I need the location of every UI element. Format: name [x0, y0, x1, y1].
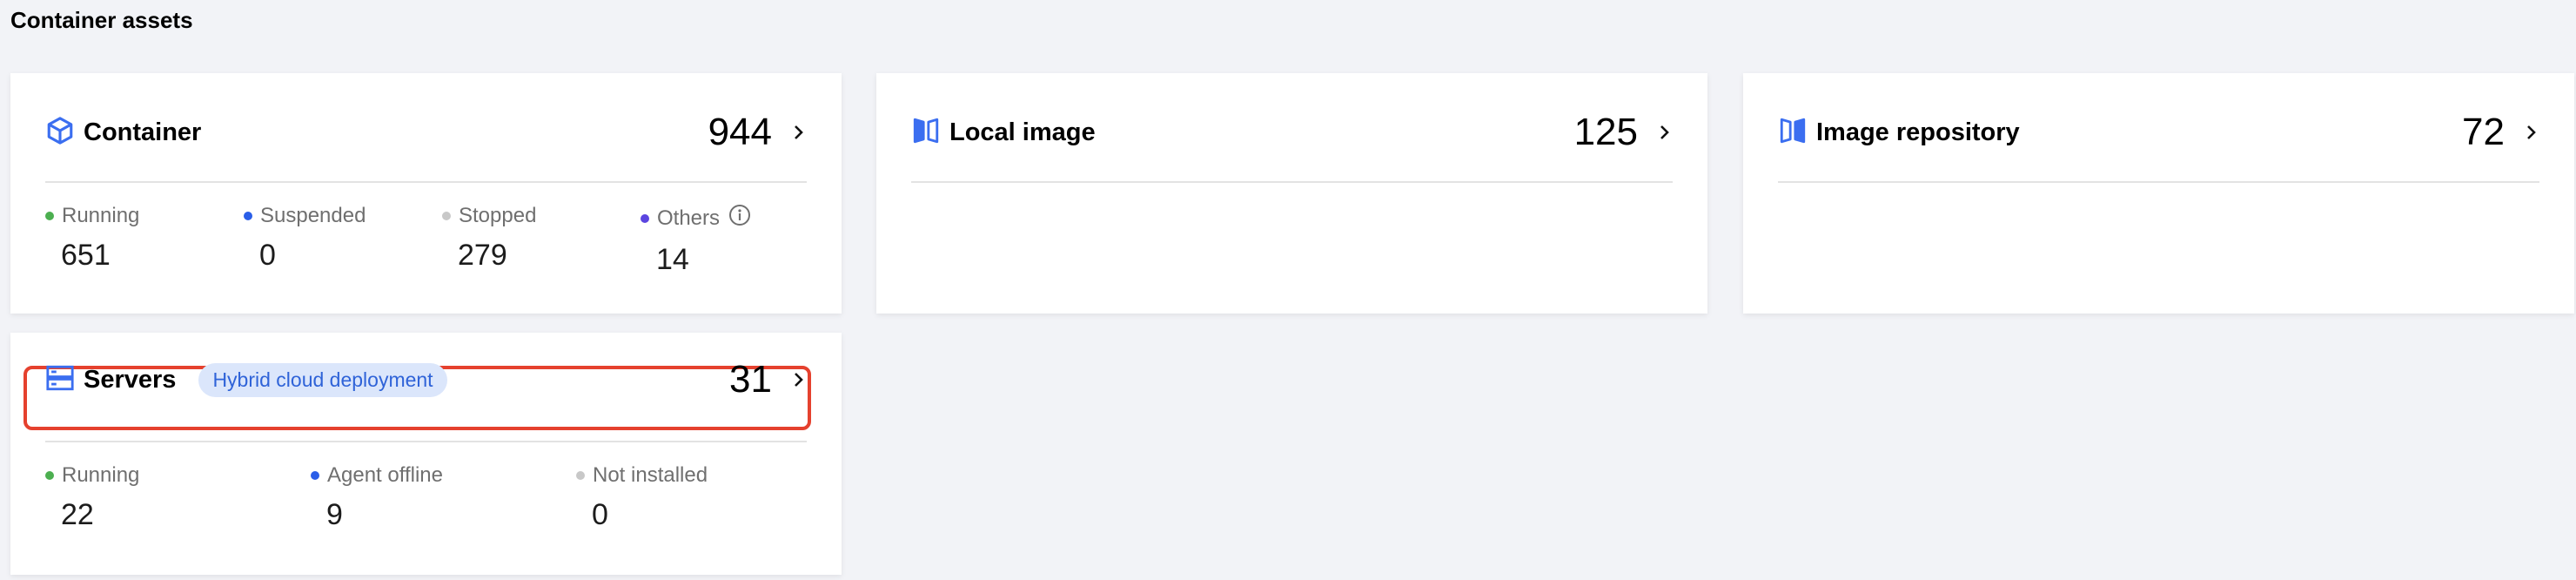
local-image-title: Local image: [949, 118, 1096, 146]
server-icon: [45, 363, 75, 397]
chevron-right-icon[interactable]: [1657, 125, 1673, 140]
container-card[interactable]: Container 944 Running 651 Suspended 0 St…: [10, 73, 842, 314]
image-repository-title: Image repository: [1816, 118, 2020, 146]
divider: [45, 441, 807, 442]
divider: [1778, 181, 2539, 183]
servers-card[interactable]: Servers Hybrid cloud deployment 31 Runni…: [10, 333, 842, 575]
stat-stopped: Stopped 279: [442, 204, 641, 277]
stat-agent-offline: Agent offline 9: [311, 463, 576, 532]
status-dot: [641, 213, 649, 223]
container-title: Container: [84, 118, 202, 146]
image-repository-card[interactable]: Image repository 72: [1743, 73, 2574, 314]
container-count: 944: [708, 111, 772, 153]
stat-label: Not installed: [593, 463, 708, 487]
stat-value: 9: [326, 498, 343, 531]
stat-label: Suspended: [260, 204, 366, 227]
servers-title: Servers: [84, 365, 177, 394]
status-dot: [45, 212, 54, 220]
servers-stats: Running 22 Agent offline 9 Not installed…: [45, 463, 807, 532]
status-dot: [244, 212, 252, 220]
servers-count: 31: [729, 358, 772, 401]
image-repository-card-header[interactable]: Image repository 72: [1778, 106, 2539, 158]
stat-value: 279: [458, 239, 507, 272]
chevron-right-icon[interactable]: [2524, 125, 2539, 140]
stat-value: 651: [61, 239, 111, 272]
stat-value: 0: [592, 498, 608, 531]
stat-others: Others 14: [641, 204, 751, 277]
image-repository-count: 72: [2462, 111, 2505, 153]
image-icon: [911, 116, 941, 150]
chevron-right-icon[interactable]: [791, 372, 807, 388]
stat-running: Running 651: [45, 204, 244, 277]
info-icon[interactable]: [728, 204, 751, 233]
hybrid-cloud-tag: Hybrid cloud deployment: [198, 362, 447, 397]
stat-label: Agent offline: [327, 463, 443, 487]
stat-value: 14: [656, 243, 689, 276]
container-card-header[interactable]: Container 944: [45, 106, 807, 158]
stat-value: 22: [61, 498, 94, 531]
container-stats: Running 651 Suspended 0 Stopped 279 Othe…: [45, 204, 807, 277]
divider: [45, 181, 807, 183]
stat-value: 0: [259, 239, 276, 272]
stat-label: Others: [657, 206, 721, 230]
stat-label: Stopped: [459, 204, 537, 227]
local-image-card-header[interactable]: Local image 125: [911, 106, 1673, 158]
stat-label: Running: [62, 463, 140, 487]
image-repository-icon: [1778, 116, 1808, 150]
stat-label: Running: [62, 204, 140, 227]
stat-running: Running 22: [45, 463, 311, 532]
status-dot: [576, 471, 585, 480]
stat-suspended: Suspended 0: [244, 204, 442, 277]
status-dot: [45, 471, 54, 480]
cube-icon: [45, 116, 75, 150]
section-title: Container assets: [10, 7, 193, 33]
divider: [911, 181, 1673, 183]
local-image-card[interactable]: Local image 125: [876, 73, 1707, 314]
stat-not-installed: Not installed 0: [576, 463, 708, 532]
local-image-count: 125: [1573, 111, 1638, 153]
status-dot: [442, 212, 451, 220]
servers-card-header[interactable]: Servers Hybrid cloud deployment 31: [45, 354, 807, 406]
status-dot: [311, 471, 319, 480]
chevron-right-icon[interactable]: [791, 125, 807, 140]
